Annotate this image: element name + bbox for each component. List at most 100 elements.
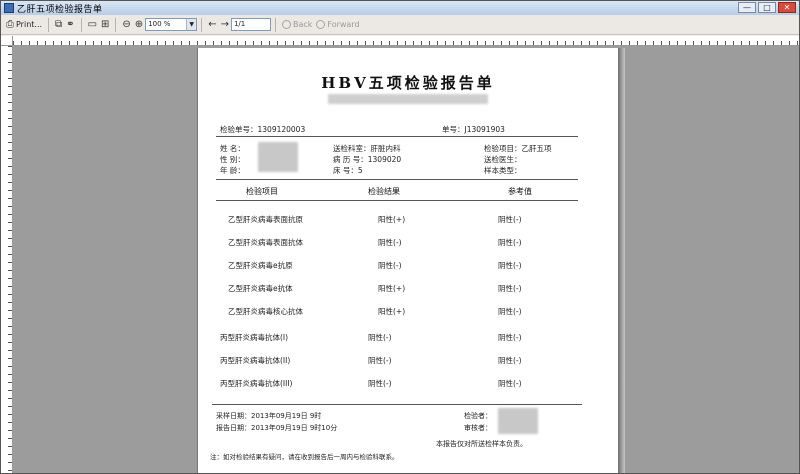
- back-label: Back: [292, 20, 313, 29]
- app-icon: [4, 3, 14, 13]
- divider-line: [212, 404, 582, 405]
- info-age: 年 龄：: [220, 166, 245, 175]
- forward-button[interactable]: Forward: [314, 17, 361, 32]
- back-button[interactable]: Back: [280, 17, 314, 32]
- printer-icon: ⎙: [6, 18, 14, 30]
- forward-label: Forward: [327, 20, 360, 29]
- report-subtitle-redacted: [328, 94, 488, 104]
- report-title: HBV五项检验报告单: [321, 74, 495, 92]
- row-item: 丙型肝炎病毒抗体(I): [220, 333, 289, 342]
- window-controls: — □ ✕: [738, 2, 796, 13]
- toolbar-separator: [274, 17, 276, 32]
- row-item: 乙型肝炎病毒表面抗体: [228, 238, 303, 247]
- print-label: Print...: [16, 20, 43, 29]
- row-reference: 阴性(-): [498, 379, 522, 388]
- minimize-button[interactable]: —: [738, 2, 756, 13]
- row-reference: 阴性(-): [498, 307, 522, 316]
- horizontal-ruler: [13, 36, 799, 46]
- row-reference: 阴性(-): [498, 215, 522, 224]
- title-bar: 乙肝五项检验报告单 — □ ✕: [1, 1, 799, 15]
- column-header-item: 检验项目: [246, 187, 278, 196]
- arrow-left-icon: ←: [208, 18, 217, 30]
- app-window: 乙肝五项检验报告单 — □ ✕ ⎙ Print... ⧉ ⚭ ▭ ⊞ ⊖ ⊕ 1…: [0, 0, 800, 474]
- print-button[interactable]: ⎙ Print...: [4, 17, 44, 32]
- toolbar-separator: [201, 17, 203, 32]
- toolbar: ⎙ Print... ⧉ ⚭ ▭ ⊞ ⊖ ⊕ 100 % ▼ ← → 1/1 B…: [1, 15, 799, 35]
- toolbar-separator: [80, 17, 82, 32]
- chevron-down-icon: ▼: [186, 19, 197, 30]
- vertical-ruler: [1, 46, 13, 473]
- row-item: 丙型肝炎病毒抗体(III): [220, 379, 293, 388]
- row-item: 乙型肝炎病毒核心抗体: [228, 307, 303, 316]
- zoom-value: 100 %: [148, 20, 171, 28]
- zoom-select[interactable]: 100 % ▼: [145, 18, 198, 31]
- previous-page-button[interactable]: ←: [206, 17, 218, 32]
- info-sample-type: 样本类型：: [484, 166, 522, 175]
- info-test-item: 检验项目：乙肝五项: [484, 144, 552, 153]
- info-department: 送检科室：肝脏内科: [333, 144, 401, 153]
- tester-label: 检验者：: [464, 412, 492, 420]
- forward-icon: [316, 20, 326, 29]
- row-item: 乙型肝炎病毒e抗体: [228, 284, 293, 293]
- signature-redacted: [498, 408, 538, 434]
- row-item: 乙型肝炎病毒e抗原: [228, 261, 293, 270]
- fit-page-icon: ⊞: [101, 18, 110, 30]
- disclaimer-note: 本报告仅对所送检样本负责。: [436, 440, 527, 448]
- page-shadow: [619, 48, 625, 473]
- info-name: 姓 名：: [220, 144, 245, 153]
- zoom-in-icon: ⊕: [134, 18, 144, 30]
- row-result: 阴性(-): [378, 238, 402, 247]
- divider-line: [216, 200, 578, 201]
- row-reference: 阴性(-): [498, 333, 522, 342]
- ruler-corner: [1, 36, 13, 46]
- report-page: HBV五项检验报告单 检验单号：1309120003 单号：J13091903 …: [197, 48, 619, 473]
- sampling-date: 采样日期：2013年09月19日 9时: [216, 412, 322, 420]
- maximize-button[interactable]: □: [758, 2, 776, 13]
- row-result: 阴性(-): [368, 356, 392, 365]
- divider-line: [216, 179, 578, 180]
- preview-area[interactable]: HBV五项检验报告单 检验单号：1309120003 单号：J13091903 …: [1, 36, 799, 473]
- info-doctor: 送检医生：: [484, 155, 522, 164]
- fit-page-button[interactable]: ⊞: [99, 17, 111, 32]
- arrow-right-icon: →: [220, 18, 229, 30]
- row-result: 阴性(-): [368, 333, 392, 342]
- info-bed-number: 床 号：5: [333, 166, 363, 175]
- row-result: 阴性(-): [378, 261, 402, 270]
- toolbar-separator: [115, 17, 117, 32]
- find-button[interactable]: ⚭: [64, 17, 76, 32]
- column-header-result: 检验结果: [368, 187, 400, 196]
- report-date: 报告日期：2013年09月19日 9时10分: [216, 424, 338, 432]
- footer-note: 注：如对检验结果有疑问，请在收到报告后一周内与检验科联系。: [210, 453, 399, 461]
- report-id-left: 检验单号：1309120003: [220, 125, 306, 134]
- row-reference: 阴性(-): [498, 238, 522, 247]
- binoculars-icon: ⚭: [66, 18, 75, 30]
- report-id-right: 单号：J13091903: [442, 125, 505, 134]
- next-page-button[interactable]: →: [219, 17, 231, 32]
- row-reference: 阴性(-): [498, 356, 522, 365]
- toolbar-separator: [48, 17, 50, 32]
- copy-icon: ⧉: [55, 18, 63, 30]
- zoom-in-button[interactable]: ⊕: [133, 17, 145, 32]
- page-number-input[interactable]: 1/1: [230, 18, 271, 31]
- divider-line: [216, 136, 578, 137]
- column-header-reference: 参考值: [508, 187, 532, 196]
- row-result: 阳性(+): [378, 307, 406, 316]
- window-title: 乙肝五项检验报告单: [17, 4, 103, 15]
- info-record-number: 病 历 号：1309020: [333, 155, 402, 164]
- patient-info-redacted: [258, 142, 298, 172]
- row-reference: 阴性(-): [498, 284, 522, 293]
- row-result: 阴性(-): [368, 379, 392, 388]
- back-icon: [281, 20, 291, 29]
- row-item: 乙型肝炎病毒表面抗原: [228, 215, 303, 224]
- row-result: 阳性(+): [378, 284, 406, 293]
- row-item: 丙型肝炎病毒抗体(II): [220, 356, 291, 365]
- row-result: 阳性(+): [378, 215, 406, 224]
- copy-button[interactable]: ⧉: [53, 17, 64, 32]
- info-gender: 性 别：: [220, 155, 245, 164]
- reviewer-label: 审核者：: [464, 424, 492, 432]
- zoom-out-icon: ⊖: [122, 18, 131, 30]
- zoom-out-button[interactable]: ⊖: [120, 17, 132, 32]
- row-reference: 阴性(-): [498, 261, 522, 270]
- single-page-button[interactable]: ▭: [86, 17, 99, 32]
- close-button[interactable]: ✕: [778, 2, 796, 13]
